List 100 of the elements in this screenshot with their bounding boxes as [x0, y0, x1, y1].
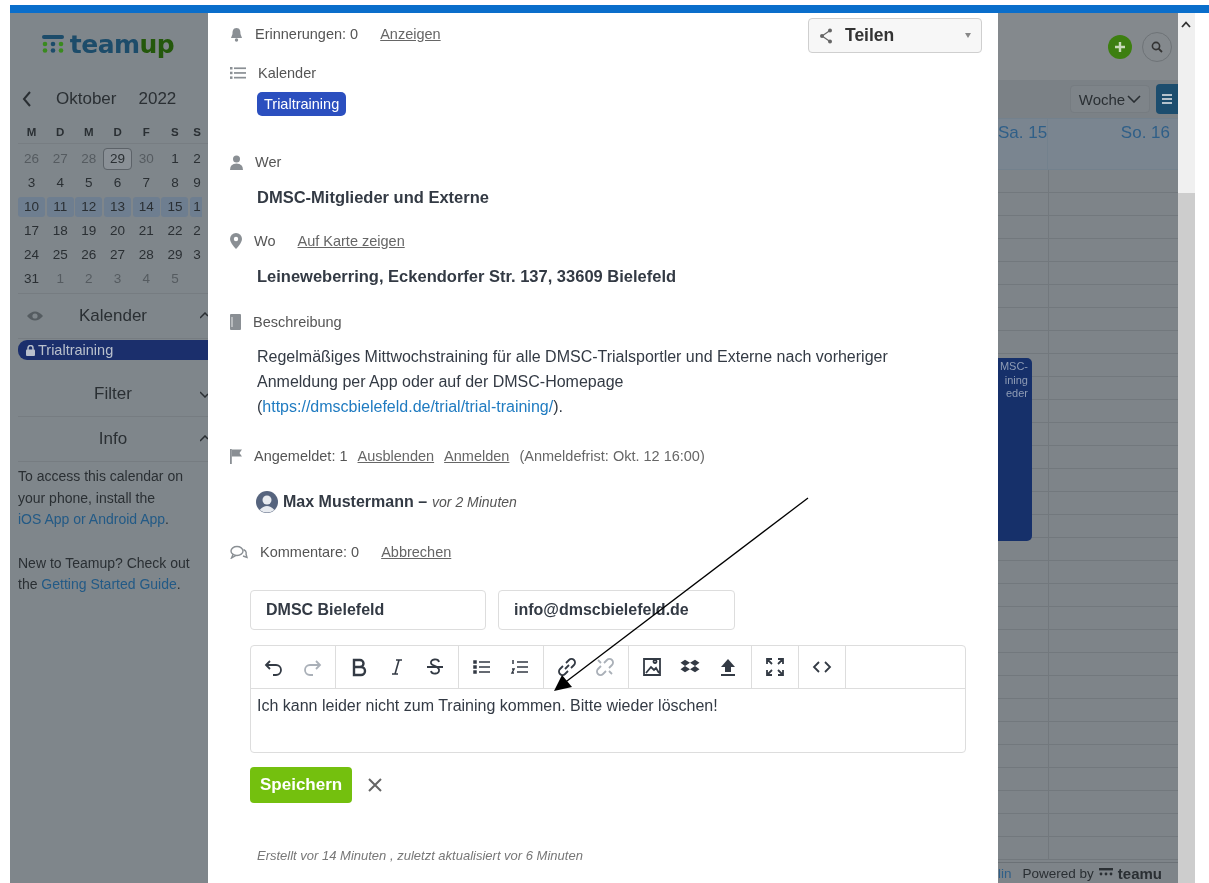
cancel-link[interactable]: Abbrechen	[381, 544, 452, 560]
save-button[interactable]: Speichern	[250, 767, 353, 803]
signup-link[interactable]: Anmelden	[444, 448, 510, 464]
signup-link[interactable]: Ausblenden	[357, 448, 435, 464]
link-icon	[557, 657, 577, 677]
weekday-label: M	[25, 125, 38, 140]
event-text: MSC-	[999, 360, 1028, 374]
calendar-day[interactable]: 10	[18, 197, 45, 217]
who-label: Wer	[255, 154, 282, 170]
calendar-day[interactable]: 3	[18, 173, 45, 193]
calendar-day[interactable]: 6	[104, 173, 132, 193]
calendar-day[interactable]: 14	[132, 197, 160, 217]
numbered-list-icon	[510, 657, 530, 677]
image-icon	[642, 657, 662, 677]
calendar-label: Kalender	[258, 65, 317, 81]
calendar-day[interactable]: 2	[190, 149, 203, 169]
event-block[interactable]: MSC- ining eder	[998, 358, 1032, 541]
previous-month-icon[interactable]	[22, 91, 32, 107]
weekday-label: S	[170, 125, 180, 140]
calendar-day[interactable]: 3	[190, 245, 203, 265]
section-title[interactable]: Kalender	[18, 306, 208, 326]
logo-icon	[1098, 868, 1113, 878]
calendar-day[interactable]: 2	[190, 221, 203, 241]
day-header: Sa. 15	[998, 119, 1048, 169]
timestamp-text: Erstellt vor 14 Minuten , zuletzt aktualisiert vor 6 Minuten	[257, 848, 584, 863]
info-paragraph: To access this calendar on your phone, install the iOS App or Android App.	[18, 467, 184, 529]
calendar-day[interactable]: 1	[161, 149, 189, 169]
unlink-icon	[595, 657, 615, 677]
strikethrough-icon	[425, 657, 445, 677]
day-header: So. 16	[1119, 122, 1171, 144]
show-on-map-link[interactable]: Auf Karte zeigen	[297, 233, 405, 249]
chevron-icon[interactable]	[200, 312, 208, 320]
weekday-label: S	[192, 125, 202, 140]
calendar-day[interactable]: 1	[190, 197, 203, 217]
calendar-day[interactable]: 19	[75, 221, 103, 241]
calendar-day[interactable]: 12	[75, 197, 103, 217]
description-label: Beschreibung	[253, 314, 342, 330]
search-icon	[1151, 40, 1163, 53]
calendar-day[interactable]: 21	[132, 221, 160, 241]
scroll-up-icon[interactable]	[1181, 21, 1191, 28]
calendar-day[interactable]: 9	[190, 173, 203, 193]
calendar-day[interactable]: 8	[161, 173, 189, 193]
event-text: eder	[1005, 387, 1028, 401]
homepage-link[interactable]: https://dmscbielefeld.de/trial/trial-training/	[262, 398, 554, 415]
event-text: ining	[1004, 373, 1028, 387]
section-title[interactable]: Filter	[18, 384, 208, 404]
who-value: DMSC-Mitglieder und Externe	[256, 187, 490, 208]
plus-icon	[1114, 40, 1126, 53]
view-dropdown[interactable]: Woche	[1070, 85, 1150, 113]
year-label[interactable]: 2022	[138, 89, 177, 109]
undo-icon	[264, 657, 284, 677]
weekday-label: D	[55, 125, 66, 140]
calendar-chip[interactable]: Trialtraining	[18, 340, 208, 360]
calendar-day[interactable]: 5	[75, 173, 103, 193]
calendar-day[interactable]: 17	[18, 221, 45, 241]
share-button[interactable]: Teilen	[808, 18, 982, 53]
calendar-day[interactable]: 18	[46, 221, 74, 241]
calendar-day[interactable]: 4	[46, 173, 74, 193]
calendar-day[interactable]: 29	[104, 149, 132, 169]
calendar-day[interactable]: 25	[46, 245, 74, 265]
scrollbar[interactable]	[1178, 13, 1195, 883]
month-label[interactable]: Oktober	[56, 89, 117, 109]
name-field[interactable]: DMSC Bielefeld	[250, 590, 486, 630]
show-reminders-link[interactable]: Anzeigen	[380, 26, 441, 42]
flag-icon	[230, 448, 242, 464]
calendar-day[interactable]: 22	[161, 221, 189, 241]
calendar-day[interactable]: 20	[104, 221, 132, 241]
calendar-day[interactable]: 15	[161, 197, 189, 217]
redo-icon	[302, 657, 322, 677]
menu-icon	[1162, 93, 1172, 105]
calendar-day[interactable]: 31	[18, 269, 45, 289]
logo-text: teamup	[69, 29, 175, 59]
share-icon	[819, 27, 833, 44]
calendar-chip: Trialtraining	[257, 92, 347, 116]
calendar-day[interactable]: 26	[75, 245, 103, 265]
person-icon	[230, 154, 243, 170]
deadline-label: (Anmeldefrist: Okt. 12 16:00)	[519, 448, 705, 464]
calendar-day[interactable]: 11	[46, 197, 74, 217]
calendar-day[interactable]: 29	[161, 245, 189, 265]
calendar-day[interactable]: 13	[104, 197, 132, 217]
comment-text[interactable]: Ich kann leider nicht zum Training kommen. Bitte wieder löschen!	[251, 689, 965, 723]
comments-label: Kommentare: 0	[260, 544, 360, 560]
upload-icon	[718, 657, 738, 677]
calendar-day[interactable]: 7	[132, 173, 160, 193]
bulleted-list-icon	[472, 657, 492, 677]
chevron-icon[interactable]	[200, 435, 208, 443]
attendee-name: Max Mustermann –	[283, 493, 428, 511]
chevron-icon[interactable]	[200, 390, 208, 398]
book-icon	[230, 314, 241, 330]
calendar-day[interactable]: 24	[18, 245, 45, 265]
close-icon[interactable]	[368, 778, 383, 792]
logo-icon	[41, 35, 64, 53]
scrollbar-thumb[interactable]	[1178, 13, 1195, 193]
info-link[interactable]: Getting Started Guide	[41, 576, 177, 592]
calendar-day[interactable]: 28	[132, 245, 160, 265]
address-value: Leineweberring, Eckendorfer Str. 137, 33609 Bielefeld	[256, 266, 678, 287]
menu-button[interactable]	[1156, 84, 1178, 114]
calendar-day[interactable]: 27	[104, 245, 132, 265]
section-title[interactable]: Info	[18, 429, 208, 449]
add-button[interactable]	[1108, 34, 1132, 59]
